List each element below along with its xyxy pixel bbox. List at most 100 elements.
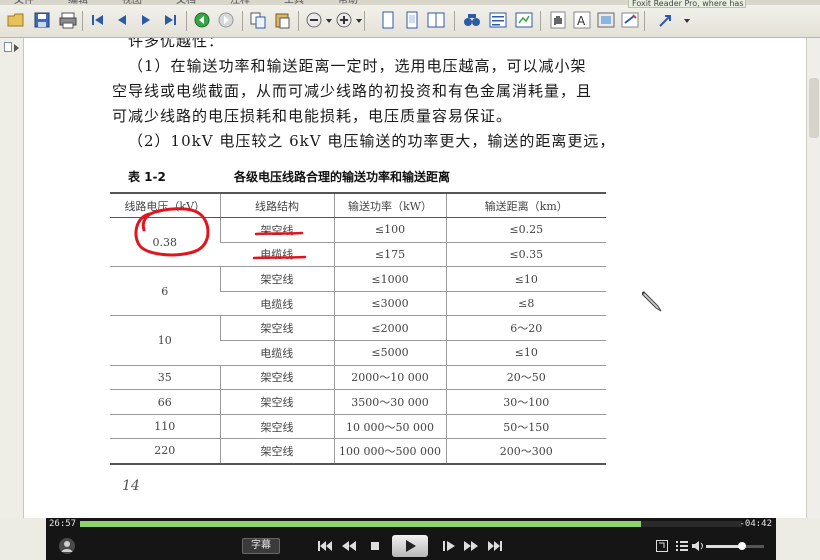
menu-item[interactable]: 编辑 [68,0,88,5]
cell-voltage: 110 [110,414,220,440]
promo-banner[interactable]: Foxit Reader Pro, where has a pro? [628,0,746,8]
cell-distance: ≤0.35 [445,242,606,268]
toolbar-separator [644,11,645,31]
menu-item[interactable]: 文档 [176,0,196,5]
menu-item[interactable]: 帮助 [338,0,358,5]
play-icon [406,540,416,552]
fullscreen-icon[interactable] [654,536,670,556]
cell-structure: 电缆线 [220,340,334,366]
hand-tool-icon[interactable] [548,10,568,30]
toolbar-separator [454,11,455,31]
step-forward-icon[interactable] [440,536,458,556]
cell-power: 10 000～50 000 [333,414,446,440]
toolbar-separator [186,11,187,31]
cell-distance: 50～150 [445,414,606,440]
zoom-in-dropdown-icon[interactable] [354,10,364,30]
main-toolbar: 文件 编辑 视图 文档 注释 工具 帮助 Foxit Reader Pro, where h… [0,0,820,38]
continuous-page-icon[interactable] [402,10,422,30]
playlist-icon[interactable] [674,536,690,556]
zoom-in-icon[interactable] [334,10,354,30]
page-number: 14 [122,478,140,494]
cell-power: 2000～10 000 [333,365,446,391]
svg-text:A: A [577,14,586,28]
header-distance: 输送距离（km） [445,192,606,219]
cell-voltage: 10 [110,315,220,366]
toolbar-separator [82,11,83,31]
cell-distance: ≤0.25 [445,217,606,243]
cell-structure: 架空线 [219,266,334,292]
zoom-out-dropdown-icon[interactable] [324,10,334,30]
cell-power: 100 000～500 000 [333,438,446,465]
current-time: 26:57 [49,519,77,529]
cell-structure: 电缆线 [220,291,334,317]
fast-forward-icon[interactable] [462,536,480,556]
voltage-table: 线路电压（kV） 线路结构 输送功率（kW） 输送距离（km） 0.38 架空线 ≤… [110,192,606,465]
skip-to-end-icon[interactable] [486,536,504,556]
rewind-icon[interactable] [340,536,358,556]
volume-slider-fill [706,545,742,548]
table-row: 220 架空线 100 000～500 000 200～300 [110,438,606,465]
table-header-row: 线路电压（kV） 线路结构 输送功率（kW） 输送距离（km） [110,192,606,219]
copy-icon[interactable] [248,10,268,30]
cell-distance: 200～300 [445,438,606,465]
next-page-icon[interactable] [136,10,156,30]
cell-voltage: 6 [110,266,220,317]
find-icon[interactable] [462,10,482,30]
cell-power: ≤1000 [333,266,446,292]
go-forward-icon[interactable] [216,10,236,30]
last-page-icon[interactable] [160,10,180,30]
prev-page-icon[interactable] [112,10,132,30]
menu-item[interactable]: 工具 [284,0,304,5]
user-icon[interactable] [56,536,78,556]
toolbar-separator [298,11,299,31]
zoom-out-icon[interactable] [304,10,324,30]
expand-panel-icon[interactable] [14,44,19,52]
cell-structure: 架空线 [219,365,334,391]
play-button[interactable] [392,535,428,557]
tool-dropdown-icon[interactable] [682,10,692,30]
cell-structure: 架空线 [219,389,334,415]
cell-distance: ≤8 [445,291,606,317]
annotation-icon[interactable] [514,10,534,30]
menu-item[interactable]: 文件 [14,0,34,5]
cell-power: ≤3000 [333,291,446,317]
volume-icon[interactable] [690,536,706,556]
facing-page-icon[interactable] [426,10,446,30]
toolbar-buttons: A [2,8,818,34]
pen-cursor-icon [642,291,662,312]
vertical-scrollbar[interactable] [806,38,820,518]
table-row: 10 架空线 ≤2000 6～20 [110,315,606,366]
cell-distance: ≤10 [445,266,606,292]
cell-power: ≤100 [333,217,446,243]
stop-icon[interactable] [366,536,384,556]
table-row: 66 架空线 3500～30 000 30～100 [110,389,606,415]
body-line-4: （2）10kV 电压较之 6kV 电压输送的功率更大，输送的距离更远， [128,132,616,150]
cell-structure: 架空线 [219,414,334,440]
text-view-icon[interactable] [488,10,508,30]
go-back-icon[interactable] [192,10,212,30]
scrollbar-thumb[interactable] [809,78,819,138]
open-icon[interactable] [6,10,26,30]
menu-item[interactable]: 注释 [230,0,250,5]
select-text-icon[interactable]: A [572,10,592,30]
print-icon[interactable] [58,10,78,30]
typewriter-icon[interactable] [620,10,640,30]
first-page-icon[interactable] [88,10,108,30]
bookmark-icon[interactable] [4,42,12,52]
cell-structure: 架空线 [219,315,334,342]
body-line-0: 许多优越性： [128,38,225,50]
save-icon[interactable] [32,10,52,30]
volume-slider-knob[interactable] [737,542,746,550]
header-power: 输送功率（kW） [333,192,446,219]
snapshot-icon[interactable] [596,10,616,30]
cell-power: 3500～30 000 [333,389,446,415]
status-bar-left [0,518,46,560]
skip-to-start-icon[interactable] [316,536,334,556]
arrow-tool-icon[interactable] [656,10,676,30]
body-line-1: （1）在输送功率和输送距离一定时，选用电压越高，可以减小架 [128,57,587,75]
paste-icon[interactable] [272,10,292,30]
subtitle-button[interactable]: 字幕 [242,538,280,554]
menu-item[interactable]: 视图 [122,0,142,5]
cell-distance: ≤10 [445,340,606,366]
single-page-icon[interactable] [378,10,398,30]
